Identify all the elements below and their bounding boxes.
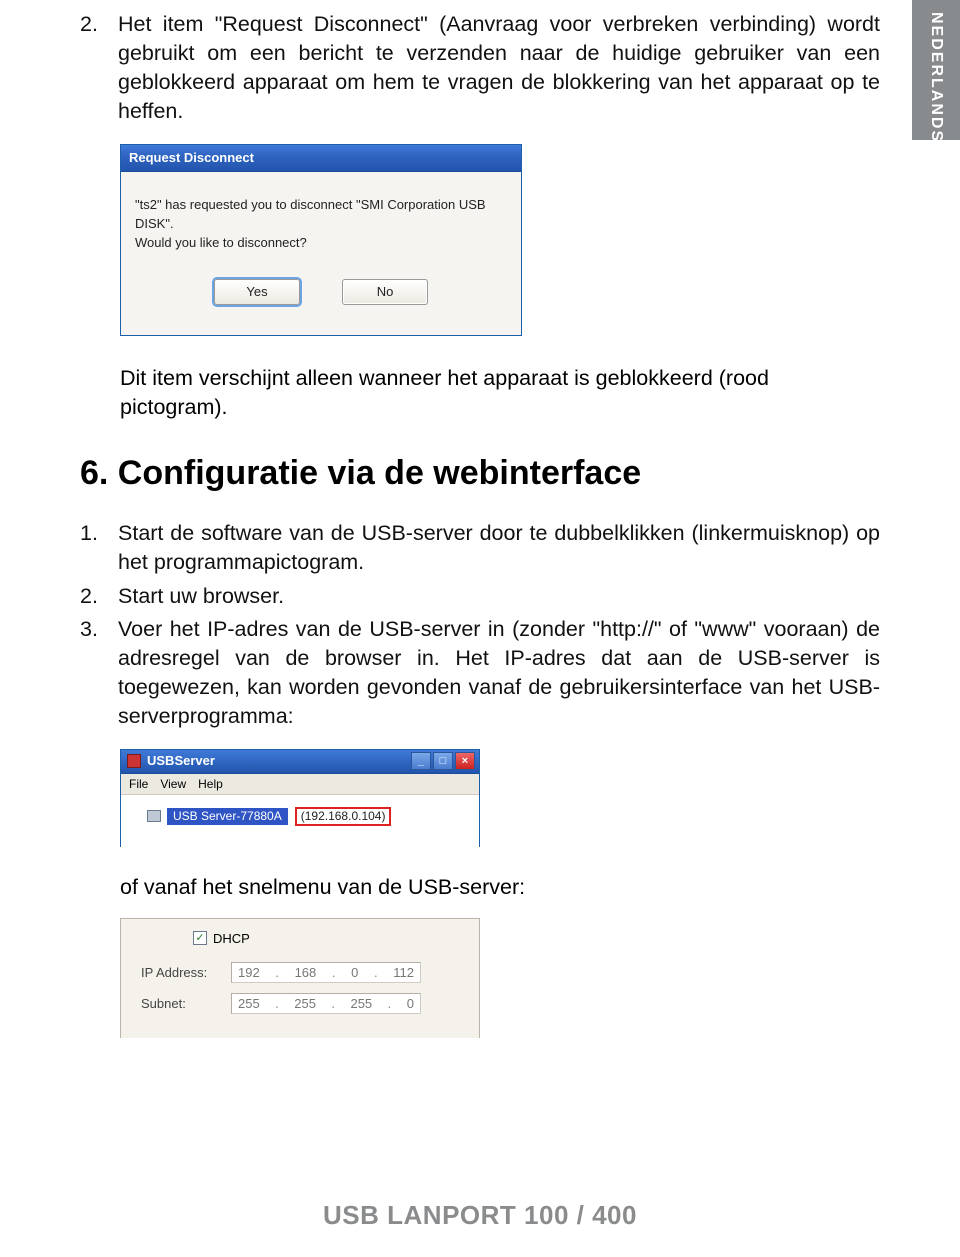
step-1-number: 1. [80,519,104,577]
ip-address-field[interactable]: 192. 168. 0. 112 [231,962,421,983]
step-2: 2. Start uw browser. [80,582,880,611]
menu-help[interactable]: Help [198,777,223,791]
usbserver-window-screenshot: USBServer _ □ × File View Help USB Serve… [120,749,880,847]
subnet-label: Subnet: [141,996,219,1011]
window-title: USBServer [147,753,215,768]
subnet-octet-1: 255 [238,996,260,1011]
section-heading: 6. Configuratie via de webinterface [80,454,880,493]
ip-octet-2: 168 [295,965,317,980]
step-1-text: Start de software van de USB-server door… [118,519,880,577]
yes-button[interactable]: Yes [214,279,300,306]
menu-view[interactable]: View [160,777,186,791]
ip-octet-1: 192 [238,965,260,980]
subnet-octet-4: 0 [407,996,414,1011]
usb-server-row[interactable]: USB Server-77880A (192.168.0.104) [147,807,469,826]
server-ip-highlight: (192.168.0.104) [295,807,392,826]
ip-octet-4: 112 [393,965,414,980]
subnet-octet-3: 255 [350,996,372,1011]
dialog-message-line2: Would you like to disconnect? [135,235,307,250]
intro-number: 2. [80,10,104,126]
maximize-button[interactable]: □ [433,752,453,770]
server-icon [147,810,161,822]
step-2-text: Start uw browser. [118,582,880,611]
request-disconnect-dialog-screenshot: Request Disconnect "ts2" has requested y… [120,144,880,336]
no-button[interactable]: No [342,279,428,306]
close-button[interactable]: × [455,752,475,770]
ip-address-label: IP Address: [141,965,219,980]
shortcut-menu-text: of vanaf het snelmenu van de USB-server: [120,875,880,900]
server-name: USB Server-77880A [167,808,288,825]
step-1: 1. Start de software van de USB-server d… [80,519,880,577]
page-footer: USB LANPORT 100 / 400 [0,1200,960,1231]
subnet-octet-2: 255 [294,996,316,1011]
network-settings-screenshot: ✓ DHCP IP Address: 192. 168. 0. 112 Subn… [120,918,880,1038]
menu-file[interactable]: File [129,777,148,791]
intro-text: Het item "Request Disconnect" (Aanvraag … [118,10,880,126]
ip-octet-3: 0 [351,965,358,980]
step-2-number: 2. [80,582,104,611]
dhcp-label: DHCP [213,931,250,946]
step-3-text: Voer het IP-adres van de USB-server in (… [118,615,880,731]
language-tab: NEDERLANDS [912,0,960,140]
note-paragraph: Dit item verschijnt alleen wanneer het a… [120,364,880,422]
dialog-message-line1: "ts2" has requested you to disconnect "S… [135,197,486,231]
app-icon [127,754,141,768]
subnet-field[interactable]: 255. 255. 255. 0 [231,993,421,1014]
minimize-button[interactable]: _ [411,752,431,770]
step-3-number: 3. [80,615,104,731]
intro-list-item: 2. Het item "Request Disconnect" (Aanvra… [80,10,880,126]
dhcp-checkbox[interactable]: ✓ [193,931,207,945]
step-3: 3. Voer het IP-adres van de USB-server i… [80,615,880,731]
dialog-titlebar: Request Disconnect [121,145,521,172]
